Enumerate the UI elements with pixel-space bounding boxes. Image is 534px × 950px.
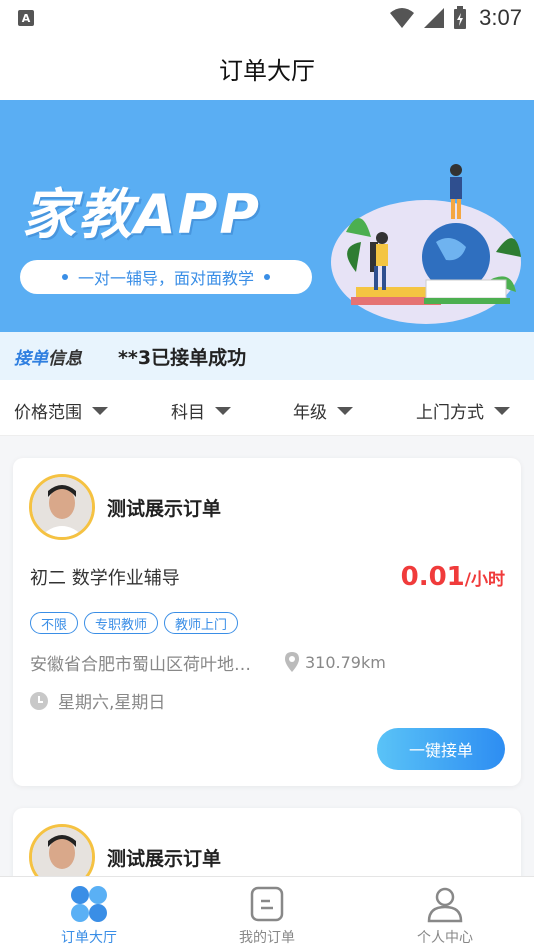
page-title: 订单大厅 (219, 56, 315, 85)
clock-time: 3:07 (479, 5, 522, 30)
location-pin-icon (285, 652, 299, 672)
price-unit: /小时 (464, 570, 505, 590)
info-message: **3已接单成功 (118, 346, 247, 369)
order-tag: 教师上门 (164, 612, 239, 634)
banner-slogan-pill: 一对一辅导，面对面教学 (20, 260, 312, 294)
filter-label: 价格范围 (14, 403, 82, 423)
tab-my-orders[interactable]: 我的订单 (178, 877, 356, 950)
my-orders-icon (250, 886, 284, 922)
banner-title: 家教APP (22, 183, 261, 246)
profile-icon (427, 887, 463, 923)
tab-label: 订单大厅 (61, 930, 117, 946)
filter-label: 科目 (171, 403, 205, 423)
chevron-down-icon (215, 406, 231, 415)
battery-icon (454, 6, 467, 29)
banner-slogan: 一对一辅导，面对面教学 (77, 269, 254, 288)
chevron-down-icon (494, 406, 510, 415)
order-subject: 初二 数学作业辅导 (30, 568, 180, 589)
info-label-part1: 接单 (14, 348, 48, 369)
order-card[interactable]: 测试展示订单 初二 数学作业辅导 0.01 /小时 不限 专职教师 教师上门 安… (13, 458, 521, 786)
order-days: 星期六,星期日 (30, 688, 165, 713)
education-illustration (331, 164, 521, 324)
notification-icon: A (18, 10, 34, 26)
wifi-icon (390, 8, 415, 28)
order-hall-icon (71, 886, 107, 922)
avatar-image (32, 477, 92, 537)
tab-label: 个人中心 (417, 930, 473, 946)
order-info-bar: 接单信息 **3已接单成功 (0, 332, 534, 380)
chevron-down-icon (92, 406, 108, 415)
chevron-down-icon (337, 406, 353, 415)
order-title: 测试展示订单 (107, 848, 222, 870)
filter-label: 上门方式 (416, 403, 484, 423)
avatar (29, 474, 95, 540)
filter-label: 年级 (293, 403, 327, 423)
tab-profile[interactable]: 个人中心 (356, 877, 534, 950)
signal-icon (424, 8, 445, 28)
tab-order-hall[interactable]: 订单大厅 (0, 877, 178, 950)
bottom-tab-bar: 订单大厅 我的订单 个人中心 (0, 876, 534, 950)
dot-icon (264, 274, 270, 280)
accept-order-button[interactable]: 一键接单 (377, 728, 505, 770)
order-tag: 专职教师 (84, 612, 159, 634)
price-value: 0.01 (400, 562, 465, 592)
promo-banner[interactable]: 家教APP 一对一辅导，面对面教学 (0, 100, 534, 332)
filter-bar: 价格范围 科目 年级 上门方式 (0, 380, 534, 436)
order-tag: 不限 (30, 612, 79, 634)
filter-grade[interactable]: 年级 (293, 398, 353, 423)
info-label: 接单信息 (14, 344, 82, 369)
clock-icon (30, 691, 48, 710)
tab-label: 我的订单 (239, 930, 295, 946)
dot-icon (61, 274, 68, 280)
order-tags: 不限 专职教师 教师上门 (30, 612, 239, 634)
order-address: 安徽省合肥市蜀山区荷叶地街道 (30, 655, 264, 675)
order-distance: 310.79km (285, 652, 386, 672)
filter-subject[interactable]: 科目 (171, 398, 231, 423)
order-price: 0.01 /小时 (401, 562, 505, 592)
days-text: 星期六,星期日 (58, 693, 166, 713)
distance-value: 310.79km (305, 652, 386, 672)
filter-price-range[interactable]: 价格范围 (14, 398, 108, 423)
status-bar: A 3:07 (0, 0, 534, 36)
order-title: 测试展示订单 (107, 498, 222, 520)
filter-visit-method[interactable]: 上门方式 (416, 398, 510, 423)
title-bar: 订单大厅 (0, 36, 534, 100)
info-label-part2: 信息 (48, 348, 82, 369)
